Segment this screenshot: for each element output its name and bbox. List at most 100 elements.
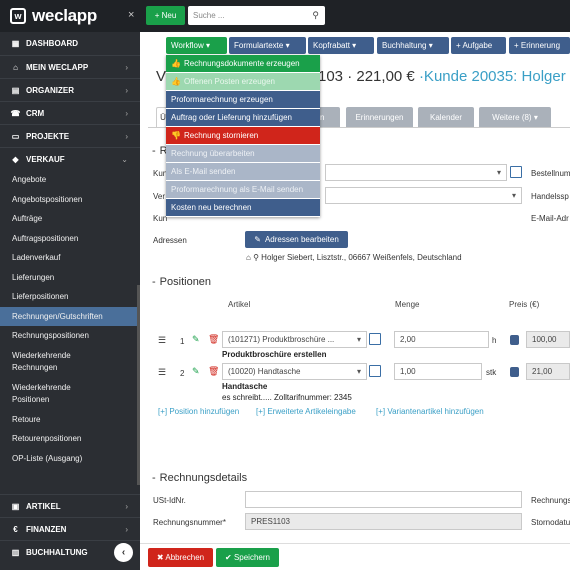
workflow-button[interactable]: Workflow ▾ bbox=[166, 37, 227, 54]
chevron-right-icon: › bbox=[125, 62, 128, 72]
edit-icon[interactable]: ✎ bbox=[192, 366, 200, 377]
page-title: V bbox=[156, 68, 167, 85]
sidebar-item-lieferungen[interactable]: Lieferungen bbox=[0, 268, 140, 288]
sidebar-item-wiederkehrende-positionen[interactable]: Wiederkehrende Positionen bbox=[0, 378, 140, 410]
sidebar-item-angebote[interactable]: Angebote bbox=[0, 170, 140, 190]
tag-icon: ◆ bbox=[12, 154, 19, 164]
article-value: (10020) Handtasche bbox=[228, 367, 301, 376]
menu-item-rechnung-ueberarbeiten[interactable]: Rechnung überarbeiten bbox=[166, 145, 320, 163]
field-label-rechnungsnummer: Rechnungsnummer* bbox=[153, 518, 226, 527]
price-input[interactable]: 100,00 bbox=[526, 331, 570, 348]
column-header-artikel: Artikel bbox=[228, 300, 251, 309]
sidebar-item-finanzen[interactable]: € FINANZEN › bbox=[0, 517, 140, 540]
add-task-button[interactable]: + Aufgabe bbox=[451, 37, 506, 54]
address-line: ⌂ ⚲ Holger Siebert, Lisztstr., 06667 Wei… bbox=[246, 253, 462, 262]
sidebar-item-auftraege[interactable]: Aufträge bbox=[0, 209, 140, 229]
sidebar-item-label: VERKAUF bbox=[26, 154, 65, 164]
chevron-down-icon: ▾ bbox=[356, 367, 361, 376]
sidebar-item-retoure[interactable]: Retoure bbox=[0, 410, 140, 430]
vertrieb-select[interactable]: ▾ bbox=[325, 187, 522, 204]
menu-item-rechnung-stornieren[interactable]: 👎 Rechnung stornieren bbox=[166, 127, 320, 145]
sidebar-item-verkauf[interactable]: ◆ VERKAUF ⌄ bbox=[0, 147, 140, 170]
sidebar-item-label: MEIN WECLAPP bbox=[26, 62, 89, 72]
formulartexte-button[interactable]: Formulartexte ▾ bbox=[229, 37, 306, 54]
sidebar-item-angebotspositionen[interactable]: Angebotspositionen bbox=[0, 190, 140, 210]
cancel-button[interactable]: ✖ Abbrechen bbox=[148, 548, 213, 567]
menu-item-auftrag-lieferung[interactable]: Auftrag oder Lieferung hinzufügen bbox=[166, 109, 320, 127]
field-label-adressen: Adressen bbox=[153, 236, 187, 245]
tab-kalender[interactable]: Kalender bbox=[418, 107, 474, 127]
buchhaltung-button[interactable]: Buchhaltung ▾ bbox=[377, 37, 449, 54]
sidebar-item-label: ORGANIZER bbox=[26, 85, 74, 95]
external-link-icon[interactable] bbox=[369, 365, 381, 377]
tab-erinnerungen[interactable]: Erinnerungen bbox=[346, 107, 413, 127]
extended-article-input-link[interactable]: [+] Erweiterte Artikeleingabe bbox=[256, 407, 356, 416]
lock-icon[interactable] bbox=[510, 335, 519, 345]
field-label-vertrieb: Ver bbox=[153, 192, 166, 201]
trash-icon[interactable]: 🗑 bbox=[208, 366, 219, 377]
price-input[interactable]: 21,00 bbox=[526, 363, 570, 380]
article-description: Produktbroschüre erstellen bbox=[222, 350, 327, 359]
collapse-sidebar-button[interactable]: ‹ bbox=[114, 543, 133, 562]
menu-item-rechnungsdokumente[interactable]: 👍 Rechnungsdokumente erzeugen bbox=[166, 55, 320, 73]
sidebar-item-rechnungen[interactable]: Rechnungen/Gutschriften bbox=[0, 306, 140, 326]
sidebar-item-label: CRM bbox=[26, 108, 45, 118]
add-reminder-button[interactable]: + Erinnerung bbox=[509, 37, 570, 54]
sidebar-item-label: ARTIKEL bbox=[26, 501, 61, 511]
search-icon[interactable]: ⚲ bbox=[312, 10, 319, 21]
add-position-link[interactable]: [+] Position hinzufügen bbox=[158, 407, 239, 416]
sidebar-item-rechnungspositionen[interactable]: Rechnungspositionen bbox=[0, 326, 140, 346]
search-placeholder: Suche ... bbox=[193, 11, 225, 20]
folder-icon: ▭ bbox=[11, 131, 20, 141]
sidebar-item-organizer[interactable]: ▤ ORGANIZER › bbox=[0, 78, 140, 101]
sidebar-item-lieferpositionen[interactable]: Lieferpositionen bbox=[0, 287, 140, 307]
menu-item-kosten-neu[interactable]: Kosten neu berechnen bbox=[166, 199, 320, 217]
search-input[interactable]: Suche ... ⚲ bbox=[188, 6, 325, 25]
sidebar-item-dashboard[interactable]: ▦ DASHBOARD bbox=[0, 32, 140, 55]
trash-icon[interactable]: 🗑 bbox=[208, 334, 219, 345]
article-select[interactable]: (101271) Produktbroschüre ... ▾ bbox=[222, 331, 367, 348]
sidebar-item-artikel[interactable]: ▣ ARTIKEL › bbox=[0, 494, 140, 517]
pin-icon: ⚲ bbox=[253, 253, 259, 262]
logo-text: weclapp bbox=[32, 6, 97, 25]
customer-link[interactable]: ·Kunde 20035: Holger Sie bbox=[419, 68, 570, 85]
sidebar-item-crm[interactable]: ☎ CRM › bbox=[0, 101, 140, 124]
drag-handle-icon[interactable]: ☰ bbox=[158, 335, 166, 346]
sidebar-item-wiederkehrende-rechnungen[interactable]: Wiederkehrende Rechnungen bbox=[0, 346, 140, 378]
logo[interactable]: w weclapp bbox=[0, 0, 140, 32]
sidebar-item-ladenverkauf[interactable]: Ladenverkauf bbox=[0, 248, 140, 268]
sidebar-item-projekte[interactable]: ▭ PROJEKTE › bbox=[0, 124, 140, 147]
ust-idnr-input[interactable] bbox=[245, 491, 522, 508]
menu-item-email-senden[interactable]: Als E-Mail senden bbox=[166, 163, 320, 181]
tab-weitere[interactable]: Weitere (8) ▾ bbox=[479, 107, 551, 127]
close-icon[interactable]: × bbox=[128, 9, 134, 21]
article-value: (101271) Produktbroschüre ... bbox=[228, 335, 335, 344]
row-index: 2 bbox=[180, 369, 185, 378]
new-button[interactable]: + Neu bbox=[146, 6, 185, 25]
section-title-positionen: - Positionen bbox=[152, 276, 212, 288]
invoice-number-input[interactable]: PRES1103 bbox=[245, 513, 522, 530]
article-select[interactable]: (10020) Handtasche ▾ bbox=[222, 363, 367, 380]
quantity-input[interactable]: 1,00 bbox=[394, 363, 482, 380]
menu-item-proformarechnung[interactable]: Proformarechnung erzeugen bbox=[166, 91, 320, 109]
external-link-icon[interactable] bbox=[510, 166, 522, 178]
kopfrabatt-button[interactable]: Kopfrabatt ▾ bbox=[308, 37, 374, 54]
save-button[interactable]: ✔ Speichern bbox=[216, 548, 279, 567]
sidebar-item-retourenpositionen[interactable]: Retourenpositionen bbox=[0, 429, 140, 449]
sidebar-item-auftragspositionen[interactable]: Auftragspositionen bbox=[0, 229, 140, 249]
edit-icon[interactable]: ✎ bbox=[192, 334, 200, 345]
customer-select[interactable]: ▾ bbox=[325, 164, 507, 181]
home-icon: ⌂ bbox=[246, 253, 251, 262]
sidebar-item-op-liste[interactable]: OP-Liste (Ausgang) bbox=[0, 449, 140, 469]
edit-address-button[interactable]: ✎ Adressen bearbeiten bbox=[245, 231, 348, 248]
row-index: 1 bbox=[180, 337, 185, 346]
add-variant-article-link[interactable]: [+] Variantenartikel hinzufügen bbox=[376, 407, 484, 416]
quantity-input[interactable]: 2,00 bbox=[394, 331, 489, 348]
menu-item-offenen-posten[interactable]: 👍 Offenen Posten erzeugen bbox=[166, 73, 320, 91]
menu-item-proforma-email[interactable]: Proformarechnung als E-Mail senden bbox=[166, 181, 320, 199]
sidebar-item-mein-weclapp[interactable]: ⌂ MEIN WECLAPP › bbox=[0, 55, 140, 78]
drag-handle-icon[interactable]: ☰ bbox=[158, 367, 166, 378]
external-link-icon[interactable] bbox=[369, 333, 381, 345]
sidebar-scrollbar[interactable] bbox=[137, 285, 140, 485]
lock-icon[interactable] bbox=[510, 367, 519, 377]
